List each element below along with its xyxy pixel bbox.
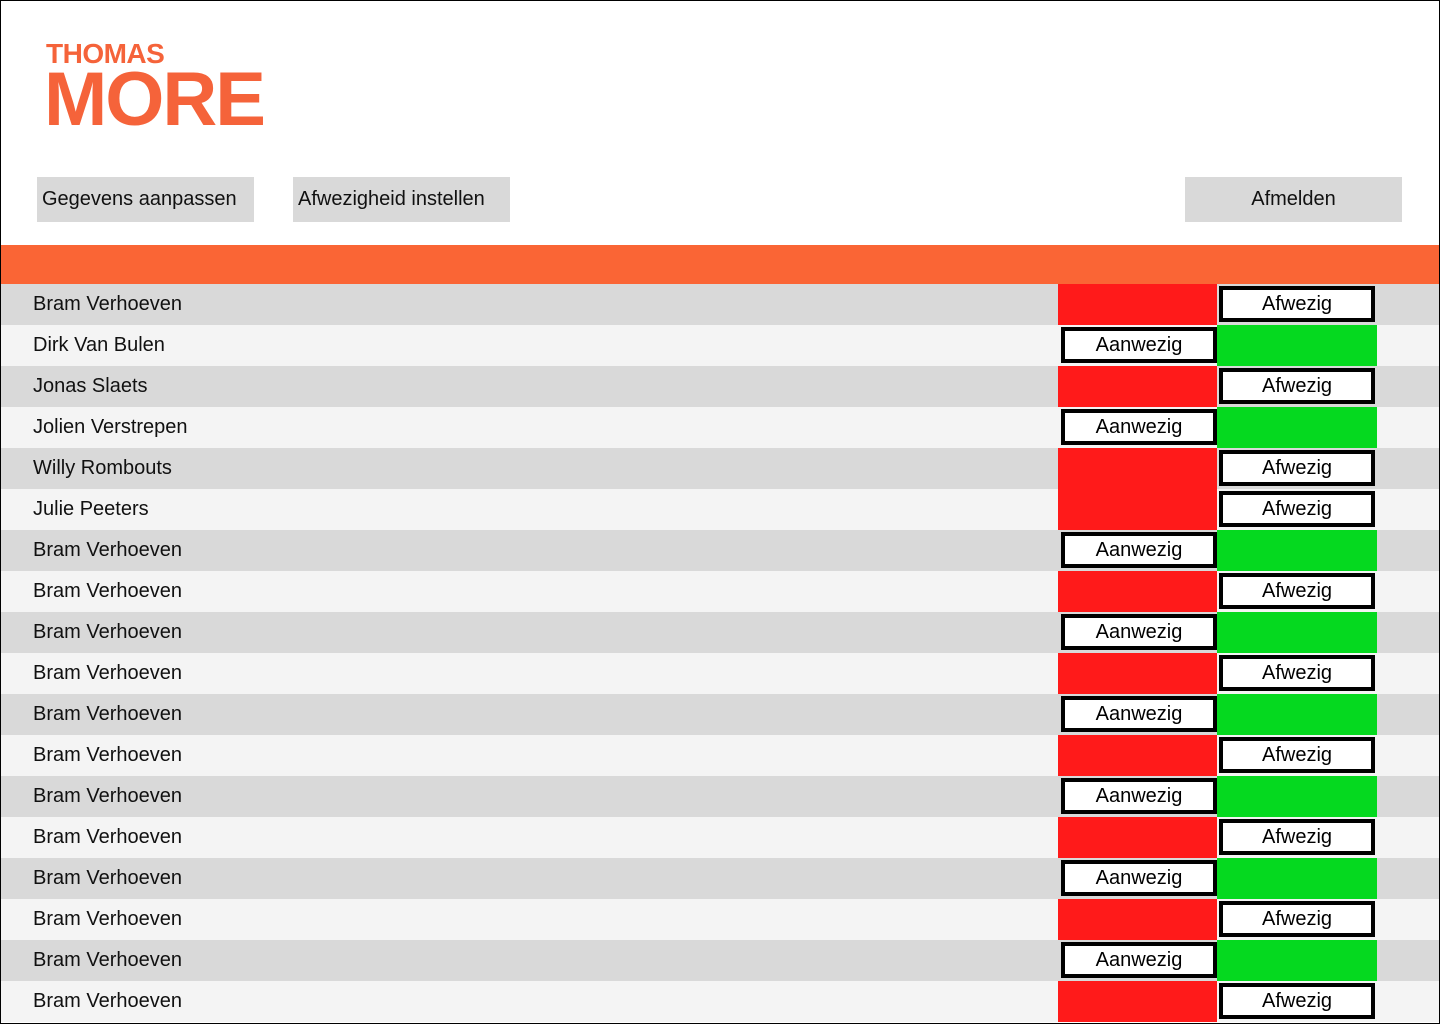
student-name: Bram Verhoeven [33,580,182,602]
student-name: Bram Verhoeven [33,703,182,725]
student-row: Julie Peeters Afwezig [1,489,1439,530]
student-row: Bram Verhoeven Afwezig [1,284,1439,325]
absent-button-cell: Afwezig [1217,448,1377,489]
mark-present-button[interactable]: Aanwezig [1061,942,1217,978]
absent-button-cell: Afwezig [1217,284,1377,325]
mark-absent-button[interactable]: Afwezig [1219,983,1375,1019]
student-row: Jonas Slaets Afwezig [1,366,1439,407]
absent-button-cell: Afwezig [1217,571,1377,612]
absent-status-indicator [1058,284,1217,325]
present-status-indicator [1217,612,1377,653]
mark-present-button[interactable]: Aanwezig [1061,327,1217,363]
mark-present-button[interactable]: Aanwezig [1061,409,1217,445]
mark-absent-button[interactable]: Afwezig [1219,901,1375,937]
present-status-indicator [1217,325,1377,366]
mark-absent-button[interactable]: Afwezig [1219,491,1375,527]
student-attendance-list: Bram Verhoeven Afwezig Dirk Van Bulen Aanwe… [1,284,1439,1022]
student-row: Bram Verhoeven Afwezig [1,817,1439,858]
absent-button-cell: Afwezig [1217,489,1377,530]
student-name: Dirk Van Bulen [33,334,165,356]
mark-absent-button[interactable]: Afwezig [1219,819,1375,855]
absent-button-cell: Afwezig [1217,653,1377,694]
mark-absent-button[interactable]: Afwezig [1219,737,1375,773]
student-name: Bram Verhoeven [33,949,182,971]
set-absence-button[interactable]: Afwezigheid instellen [293,177,510,222]
present-button-cell: Aanwezig [1058,940,1217,981]
student-row: Bram Verhoeven Afwezig [1,735,1439,776]
present-button-cell: Aanwezig [1058,612,1217,653]
student-row: Bram Verhoeven Afwezig [1,981,1439,1022]
mark-present-button[interactable]: Aanwezig [1061,778,1217,814]
student-row: Dirk Van Bulen Aanwezig [1,325,1439,366]
student-name: Bram Verhoeven [33,867,182,889]
student-name: Julie Peeters [33,498,149,520]
student-name: Bram Verhoeven [33,539,182,561]
absent-status-indicator [1058,653,1217,694]
student-name: Bram Verhoeven [33,990,182,1012]
student-name: Willy Rombouts [33,457,172,479]
student-row: Bram Verhoeven Afwezig [1,653,1439,694]
present-button-cell: Aanwezig [1058,694,1217,735]
student-name: Bram Verhoeven [33,908,182,930]
absent-status-indicator [1058,489,1217,530]
absent-button-cell: Afwezig [1217,981,1377,1022]
mark-absent-button[interactable]: Afwezig [1219,450,1375,486]
student-row: Bram Verhoeven Aanwezig [1,858,1439,899]
student-row: Bram Verhoeven Aanwezig [1,694,1439,735]
student-row: Bram Verhoeven Aanwezig [1,612,1439,653]
student-row: Willy Rombouts Afwezig [1,448,1439,489]
mark-absent-button[interactable]: Afwezig [1219,655,1375,691]
mark-present-button[interactable]: Aanwezig [1061,696,1217,732]
present-status-indicator [1217,858,1377,899]
student-name: Bram Verhoeven [33,621,182,643]
absent-button-cell: Afwezig [1217,817,1377,858]
absent-status-indicator [1058,448,1217,489]
absent-status-indicator [1058,571,1217,612]
mark-present-button[interactable]: Aanwezig [1061,532,1217,568]
present-status-indicator [1217,940,1377,981]
absent-status-indicator [1058,817,1217,858]
present-button-cell: Aanwezig [1058,407,1217,448]
absent-button-cell: Afwezig [1217,366,1377,407]
logout-button[interactable]: Afmelden [1185,177,1402,222]
present-button-cell: Aanwezig [1058,858,1217,899]
student-row: Bram Verhoeven Aanwezig [1,530,1439,571]
present-button-cell: Aanwezig [1058,776,1217,817]
thomas-more-logo: THOMAS MORE [44,40,266,138]
student-name: Bram Verhoeven [33,744,182,766]
absent-status-indicator [1058,981,1217,1022]
absent-status-indicator [1058,899,1217,940]
mark-absent-button[interactable]: Afwezig [1219,573,1375,609]
mark-present-button[interactable]: Aanwezig [1061,614,1217,650]
student-name: Bram Verhoeven [33,785,182,807]
present-status-indicator [1217,530,1377,571]
absent-status-indicator [1058,366,1217,407]
student-name: Jonas Slaets [33,375,148,397]
student-row: Bram Verhoeven Aanwezig [1,940,1439,981]
absent-status-indicator [1058,735,1217,776]
student-name: Bram Verhoeven [33,293,182,315]
header-accent-bar [1,245,1439,284]
logo-line-more: MORE [44,57,266,142]
absent-button-cell: Afwezig [1217,735,1377,776]
present-status-indicator [1217,694,1377,735]
mark-absent-button[interactable]: Afwezig [1219,286,1375,322]
present-status-indicator [1217,776,1377,817]
student-name: Bram Verhoeven [33,826,182,848]
edit-details-button[interactable]: Gegevens aanpassen [37,177,254,222]
present-button-cell: Aanwezig [1058,325,1217,366]
student-name: Jolien Verstrepen [33,416,188,438]
mark-absent-button[interactable]: Afwezig [1219,368,1375,404]
mark-present-button[interactable]: Aanwezig [1061,860,1217,896]
student-name: Bram Verhoeven [33,662,182,684]
student-row: Jolien Verstrepen Aanwezig [1,407,1439,448]
present-status-indicator [1217,407,1377,448]
student-row: Bram Verhoeven Afwezig [1,899,1439,940]
student-row: Bram Verhoeven Afwezig [1,571,1439,612]
present-button-cell: Aanwezig [1058,530,1217,571]
student-row: Bram Verhoeven Aanwezig [1,776,1439,817]
absent-button-cell: Afwezig [1217,899,1377,940]
